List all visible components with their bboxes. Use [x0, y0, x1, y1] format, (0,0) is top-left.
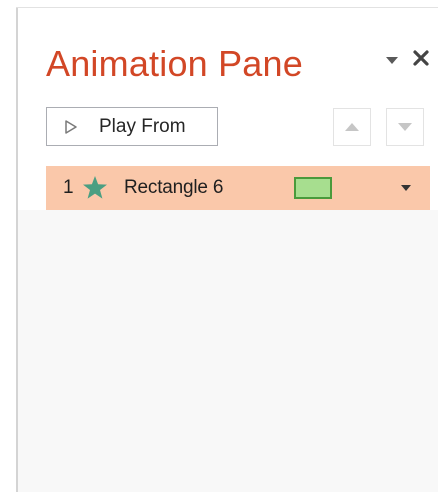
chevron-down-icon: [401, 185, 411, 191]
animation-list-item[interactable]: 1 Rectangle 6: [46, 166, 430, 210]
animation-timing-bar[interactable]: [294, 177, 332, 199]
animation-list-area: [18, 210, 438, 492]
move-earlier-button[interactable]: [333, 108, 371, 146]
animation-item-name: Rectangle 6: [124, 177, 224, 198]
animation-pane-window: Animation Pane Play From 1 Rectangle 6: [0, 0, 438, 492]
close-pane-button[interactable]: [408, 46, 434, 70]
play-from-button[interactable]: Play From: [46, 107, 218, 146]
chevron-down-icon: [386, 57, 398, 64]
play-icon: [65, 119, 77, 134]
move-later-button[interactable]: [386, 108, 424, 146]
close-icon: [413, 50, 429, 66]
star-icon: [83, 176, 107, 199]
pane-title: Animation Pane: [46, 43, 303, 84]
play-from-label: Play From: [99, 115, 186, 137]
triangle-up-icon: [345, 123, 359, 131]
animation-order-number: 1: [63, 177, 74, 198]
triangle-down-icon: [398, 123, 412, 131]
pane-options-button[interactable]: [382, 52, 402, 68]
animation-item-options-button[interactable]: [396, 180, 416, 196]
